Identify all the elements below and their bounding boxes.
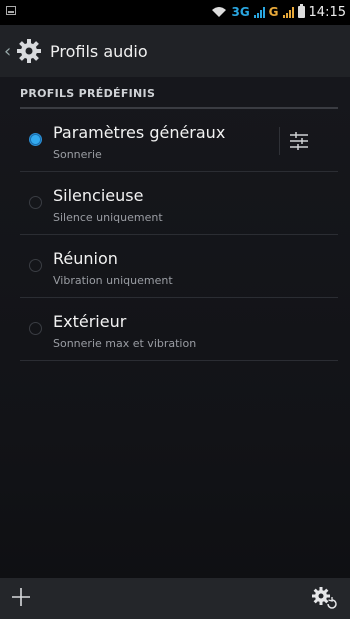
divider: [279, 127, 280, 155]
profile-title: Réunion: [53, 249, 118, 268]
network-type-label: 3G: [231, 5, 250, 19]
bottom-action-bar: [0, 578, 350, 619]
profile-subtitle: Vibration uniquement: [53, 274, 173, 287]
radio-button-checked[interactable]: [29, 133, 42, 146]
profile-list: Paramètres généraux Sonnerie Silencieuse…: [20, 109, 338, 361]
profile-subtitle: Sonnerie: [53, 148, 102, 161]
profile-title: Extérieur: [53, 312, 127, 331]
status-icons: 3G G 14:15: [211, 3, 346, 21]
chevron-left-icon[interactable]: ‹: [4, 41, 12, 62]
gear-icon[interactable]: [15, 37, 43, 65]
profile-item-outdoor[interactable]: Extérieur Sonnerie max et vibration: [20, 298, 338, 361]
radio-button[interactable]: [29, 259, 42, 272]
wifi-icon: [212, 7, 227, 17]
profile-item-silent[interactable]: Silencieuse Silence uniquement: [20, 172, 338, 235]
page-title: Profils audio: [50, 41, 148, 61]
profile-subtitle: Sonnerie max et vibration: [53, 337, 197, 350]
signal-strength-icon: [253, 6, 265, 18]
screen: 3G G 14:15 ‹ Profils audio PROFILS PRÉDÉ…: [0, 0, 350, 619]
profile-item-general[interactable]: Paramètres généraux Sonnerie: [20, 109, 338, 172]
profile-title: Silencieuse: [53, 186, 144, 205]
profile-subtitle: Silence uniquement: [53, 211, 163, 224]
radio-button[interactable]: [29, 322, 42, 335]
status-time: 14:15: [308, 4, 346, 20]
screenshot-notification-icon: [6, 6, 16, 15]
action-bar: ‹ Profils audio: [0, 25, 350, 77]
radio-button[interactable]: [29, 196, 42, 209]
battery-icon: [297, 4, 305, 18]
profile-title: Paramètres généraux: [53, 123, 226, 142]
network-g-label: G: [268, 5, 279, 19]
sliders-settings-icon[interactable]: [287, 129, 311, 153]
profile-item-meeting[interactable]: Réunion Vibration uniquement: [20, 235, 338, 298]
status-bar: 3G G 14:15: [0, 0, 350, 25]
gear-refresh-icon[interactable]: [310, 585, 338, 613]
signal-strength-icon-2: [282, 6, 294, 18]
add-icon[interactable]: [10, 586, 32, 608]
section-header: PROFILS PRÉDÉFINIS: [20, 77, 338, 109]
